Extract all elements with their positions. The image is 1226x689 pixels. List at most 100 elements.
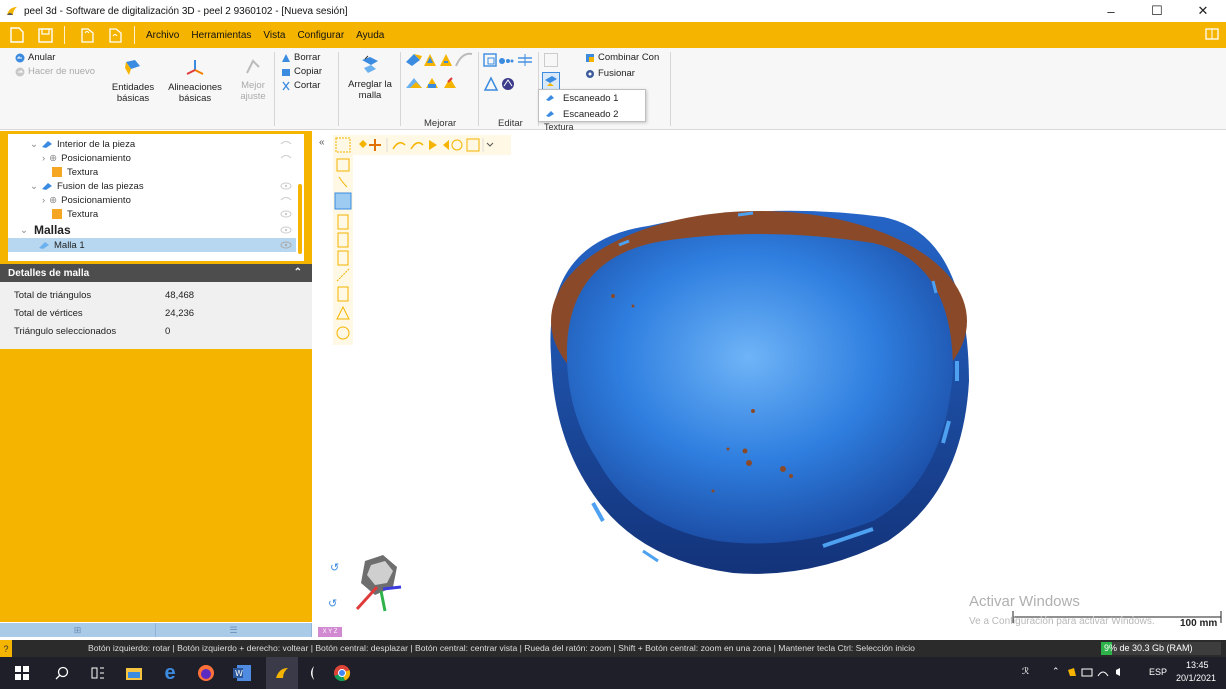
eye-icon[interactable] bbox=[280, 154, 292, 162]
eye-icon[interactable] bbox=[280, 140, 292, 148]
rect-select-icon[interactable] bbox=[335, 137, 351, 153]
dropdown-arrow-icon[interactable] bbox=[486, 142, 494, 147]
chevron-up-icon[interactable]: ⌃ bbox=[1052, 666, 1060, 677]
menu-archivo[interactable]: Archivo bbox=[146, 30, 179, 41]
menu-configurar[interactable]: Configurar bbox=[297, 30, 344, 41]
chevron-down-icon[interactable]: ⌄ bbox=[30, 139, 38, 150]
fill-tool-icon[interactable] bbox=[502, 78, 514, 90]
paint-select-icon[interactable] bbox=[337, 232, 349, 248]
eye-icon[interactable] bbox=[280, 226, 292, 234]
plane-select-icon[interactable] bbox=[337, 286, 349, 302]
select-tool-icon[interactable] bbox=[483, 53, 497, 67]
clock-date[interactable]: 20/1/2021 bbox=[1176, 673, 1216, 683]
word-icon[interactable]: W bbox=[232, 663, 252, 683]
improve-tool-icon[interactable] bbox=[455, 52, 473, 67]
tree-item-meshes[interactable]: ⌄ Mallas bbox=[8, 222, 304, 238]
chrome-icon[interactable] bbox=[332, 663, 352, 683]
tree-item-positioning[interactable]: › ⊕ Posicionamiento bbox=[8, 151, 304, 165]
people-icon[interactable]: ℛ bbox=[1022, 666, 1029, 677]
minimize-button[interactable]: – bbox=[1088, 0, 1134, 22]
triangle-tool-icon[interactable] bbox=[483, 76, 499, 91]
improve-tool-icon[interactable] bbox=[444, 77, 456, 88]
collapse-panel-icon[interactable]: « bbox=[319, 137, 325, 148]
view-cube[interactable]: ↺ ↺ bbox=[328, 555, 402, 612]
menu-vista[interactable]: Vista bbox=[263, 30, 285, 41]
tree-item-fusion[interactable]: ⌄ Fusion de las piezas bbox=[8, 179, 304, 193]
freehand-select-icon[interactable] bbox=[338, 176, 348, 188]
windows-start-icon[interactable] bbox=[12, 663, 32, 683]
menu-herramientas[interactable]: Herramientas bbox=[191, 30, 251, 41]
tree-item-mesh-1[interactable]: Malla 1 bbox=[8, 238, 304, 252]
rotate-icon[interactable] bbox=[392, 142, 406, 150]
search-icon[interactable] bbox=[52, 663, 72, 683]
tree-item-interior[interactable]: ⌄ Interior de la pieza bbox=[8, 137, 304, 151]
close-button[interactable]: ✕ bbox=[1180, 0, 1226, 22]
mesh-details-header[interactable]: Detalles de malla ⌃ bbox=[0, 264, 312, 282]
fix-mesh-button[interactable]: Arreglar la malla bbox=[342, 54, 398, 101]
bowl-mesh[interactable] bbox=[550, 210, 969, 574]
save-icon[interactable] bbox=[34, 24, 56, 46]
edge-icon[interactable]: e bbox=[160, 663, 180, 683]
open-scan-icon[interactable] bbox=[104, 24, 126, 46]
new-file-icon[interactable] bbox=[6, 24, 28, 46]
triangle-select-icon[interactable] bbox=[336, 305, 350, 320]
active-select-icon[interactable] bbox=[334, 192, 352, 210]
peel-scanner-icon[interactable] bbox=[304, 663, 324, 683]
texture-tool-disabled-icon[interactable] bbox=[544, 53, 558, 67]
3d-viewport[interactable]: ↺ ↺ « Activar Windows Ve a Configuración… bbox=[313, 131, 1226, 637]
combine-with-button[interactable]: Combinar Con bbox=[584, 52, 659, 63]
copy-button[interactable]: Copiar bbox=[280, 66, 322, 77]
maximize-button[interactable]: ☐ bbox=[1134, 0, 1180, 22]
circle-select-icon[interactable] bbox=[336, 326, 350, 340]
help-book-icon[interactable] bbox=[1204, 26, 1220, 42]
entities-button[interactable]: Entidades básicas bbox=[110, 58, 156, 104]
play-icon[interactable] bbox=[429, 140, 437, 150]
tray-icons[interactable] bbox=[1068, 666, 1130, 680]
cut-button[interactable]: Cortar bbox=[280, 80, 320, 91]
chevron-up-icon[interactable]: ⌃ bbox=[294, 267, 302, 278]
improve-tool-icon[interactable] bbox=[406, 54, 422, 66]
tree-item-texture[interactable]: Textura bbox=[8, 207, 304, 221]
list-view-tab[interactable]: ☰ bbox=[156, 623, 312, 637]
zoom-fit-icon[interactable] bbox=[451, 139, 463, 151]
improve-tool-icon[interactable] bbox=[440, 54, 452, 66]
points-tool-icon[interactable] bbox=[499, 58, 514, 64]
chevron-right-icon[interactable]: › bbox=[42, 195, 45, 206]
eye-icon[interactable] bbox=[280, 196, 292, 204]
improve-tool-icon[interactable] bbox=[406, 78, 422, 88]
menu-ayuda[interactable]: Ayuda bbox=[356, 30, 384, 41]
zoom-box-icon[interactable] bbox=[466, 138, 480, 152]
improve-tool-icon[interactable] bbox=[426, 78, 438, 88]
redo-button[interactable]: Hacer de nuevo bbox=[14, 66, 95, 77]
eye-icon[interactable] bbox=[280, 241, 292, 249]
dropdown-item-scan-2[interactable]: Escaneado 2 bbox=[539, 106, 645, 122]
layers-icon[interactable] bbox=[359, 140, 367, 148]
chevron-down-icon[interactable]: ⌄ bbox=[20, 225, 28, 236]
move-icon[interactable] bbox=[369, 139, 381, 151]
eye-icon[interactable] bbox=[280, 182, 292, 190]
back-icon[interactable] bbox=[443, 140, 449, 150]
texture-scan-button[interactable] bbox=[542, 72, 560, 90]
rotate-alt-icon[interactable] bbox=[410, 142, 424, 150]
peel-app-icon[interactable] bbox=[266, 657, 298, 689]
undo-button[interactable]: Anular bbox=[14, 52, 55, 63]
delete-button[interactable]: Borrar bbox=[280, 52, 320, 63]
clock-time[interactable]: 13:45 bbox=[1186, 660, 1209, 670]
chevron-down-icon[interactable]: ⌄ bbox=[30, 181, 38, 192]
chevron-right-icon[interactable]: › bbox=[42, 153, 45, 164]
eye-icon[interactable] bbox=[280, 210, 292, 218]
task-view-icon[interactable] bbox=[88, 663, 108, 683]
tree-item-texture[interactable]: Textura bbox=[8, 165, 304, 179]
improve-tool-icon[interactable] bbox=[424, 54, 436, 66]
language-indicator[interactable]: ESP bbox=[1149, 667, 1167, 677]
help-icon[interactable]: ? bbox=[0, 640, 12, 657]
brush-select-icon[interactable] bbox=[337, 214, 349, 230]
open-session-icon[interactable] bbox=[76, 24, 98, 46]
tree-scrollbar[interactable] bbox=[296, 134, 304, 261]
plane-tool-icon[interactable] bbox=[518, 54, 532, 66]
merge-button[interactable]: Fusionar bbox=[584, 68, 635, 79]
line-select-icon[interactable] bbox=[336, 268, 350, 282]
lasso-select-icon[interactable] bbox=[336, 158, 350, 172]
tree-view-tab[interactable]: ⊞ bbox=[0, 623, 156, 637]
region-select-icon[interactable] bbox=[337, 250, 349, 266]
